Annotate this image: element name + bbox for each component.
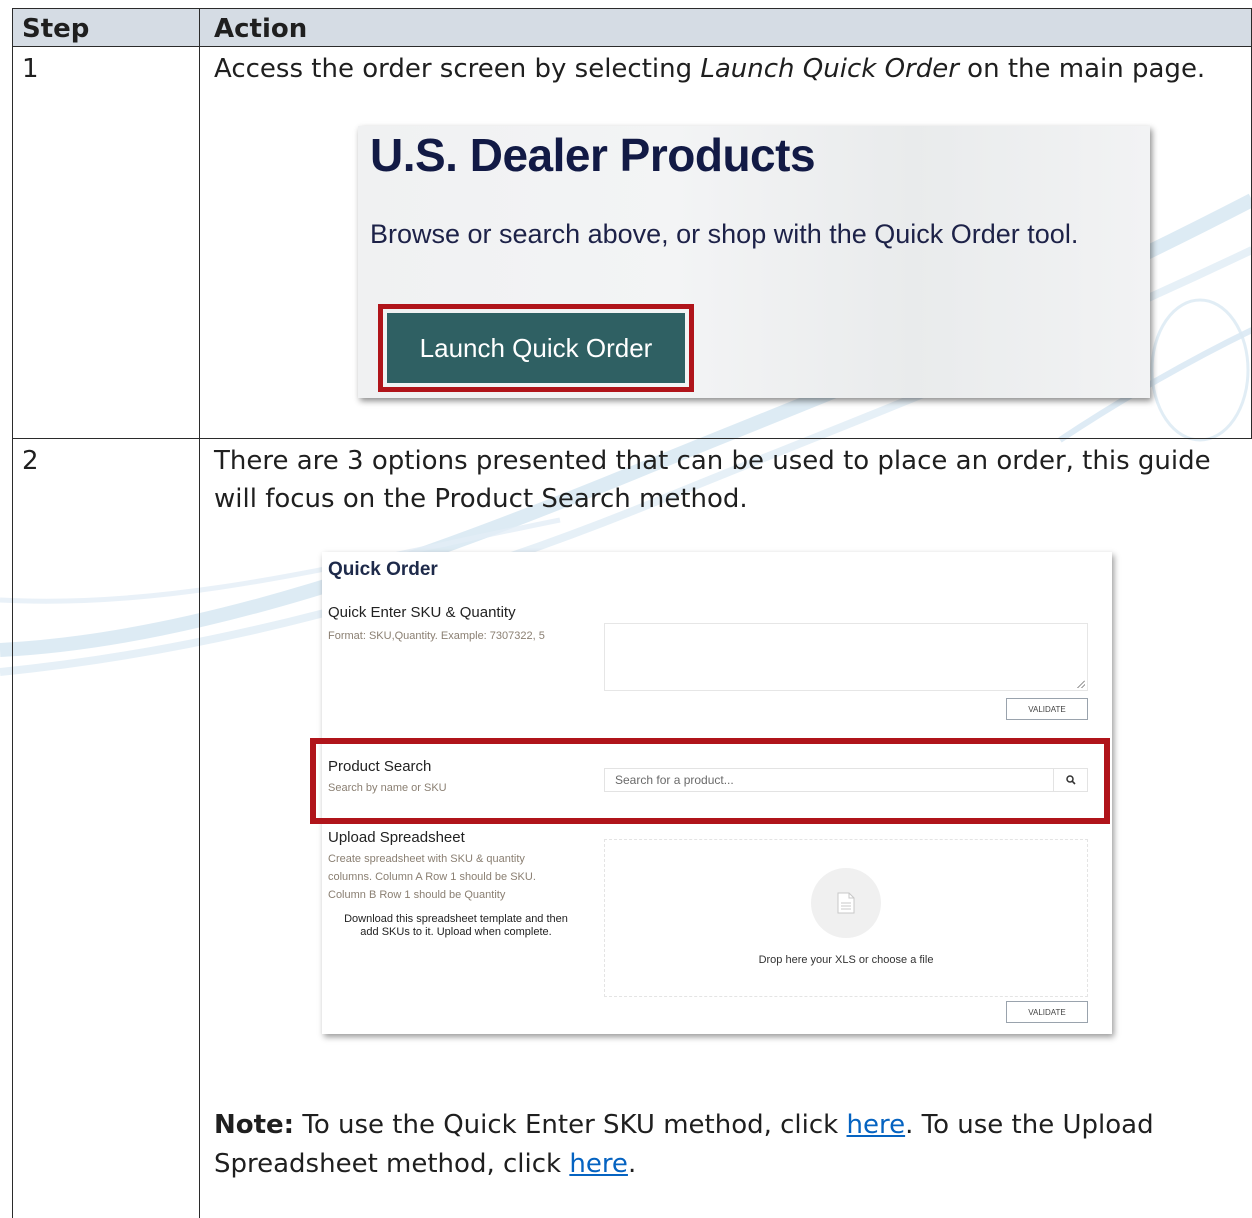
instruction-text: on the main page. [958, 54, 1206, 84]
table-border-top [12, 8, 1252, 9]
file-icon-circle [811, 868, 881, 938]
download-text-line: add SKUs to it. Upload when complete. [360, 926, 552, 938]
step-number: 1 [22, 54, 39, 84]
highlight-box: Launch Quick Order [378, 304, 694, 392]
quick-enter-desc: Format: SKU,Quantity. Example: 7307322, … [328, 630, 545, 642]
instruction-text: Access the order screen by selecting [214, 54, 701, 84]
note-line1: Note: To use the Quick Enter SKU method,… [214, 1106, 1154, 1144]
table-column-divider [199, 8, 200, 1218]
quick-enter-title: Quick Enter SKU & Quantity [328, 604, 516, 621]
note-line2: Spreadsheet method, click here. [214, 1145, 636, 1183]
product-search-desc: Search by name or SKU [328, 782, 447, 794]
upload-desc-line: Create spreadsheet with SKU & quantity [328, 853, 525, 865]
validate-button[interactable]: VALIDATE [1006, 698, 1088, 720]
product-search-box [604, 768, 1088, 792]
upload-desc-line: columns. Column A Row 1 should be SKU. [328, 871, 536, 883]
dealer-products-screenshot: U.S. Dealer Products Browse or search ab… [358, 126, 1150, 398]
upload-desc-line: Column B Row 1 should be Quantity [328, 889, 506, 901]
download-text-line: Download this spreadsheet template and t… [344, 913, 568, 925]
header-action: Action [214, 14, 308, 44]
product-search-title: Product Search [328, 758, 432, 775]
search-button[interactable] [1053, 769, 1087, 791]
validate-button[interactable]: VALIDATE [1006, 1001, 1088, 1023]
product-search-input[interactable] [605, 769, 1073, 791]
step-2-instruction-line2: will focus on the Product Search method. [214, 484, 748, 514]
header-step: Step [22, 14, 90, 44]
dropzone-text: Drop here your XLS or choose a file [758, 954, 934, 966]
quick-order-screenshot: Quick Order Quick Enter SKU & Quantity F… [310, 552, 1112, 1034]
upload-spreadsheet-here-link[interactable]: here [569, 1149, 628, 1179]
note-text: Spreadsheet method, click [214, 1149, 570, 1179]
step-2-instruction-line1: There are 3 options presented that can b… [214, 446, 1211, 476]
note-text: . To use the Upload [905, 1110, 1154, 1140]
quick-enter-here-link[interactable]: here [847, 1110, 906, 1140]
resize-grip-icon[interactable] [1077, 680, 1085, 688]
table-divider [12, 46, 1252, 47]
sku-quantity-textarea[interactable] [604, 623, 1088, 691]
upload-title: Upload Spreadsheet [328, 829, 465, 846]
dealer-title: U.S. Dealer Products [370, 129, 816, 181]
note-text: . [627, 1149, 637, 1179]
note-label: Note: [214, 1110, 295, 1140]
search-icon [1065, 775, 1076, 785]
step-number: 2 [22, 446, 39, 476]
note-text: To use the Quick Enter SKU method, click [294, 1110, 847, 1140]
instruction-table: Step Action 1 Access the order screen by… [12, 8, 1252, 1218]
instruction-emphasis: Launch Quick Order [700, 54, 959, 84]
step-1-instruction: Access the order screen by selecting Lau… [214, 50, 1205, 88]
download-template-text[interactable]: Download this spreadsheet template and t… [328, 913, 584, 939]
launch-quick-order-button[interactable]: Launch Quick Order [387, 313, 685, 383]
file-icon [837, 892, 855, 914]
quick-order-title: Quick Order [328, 559, 438, 580]
table-divider [12, 438, 1252, 439]
file-dropzone[interactable]: Drop here your XLS or choose a file [604, 839, 1088, 997]
dealer-subtitle: Browse or search above, or shop with the… [370, 219, 1079, 249]
table-border-left [12, 8, 13, 1218]
